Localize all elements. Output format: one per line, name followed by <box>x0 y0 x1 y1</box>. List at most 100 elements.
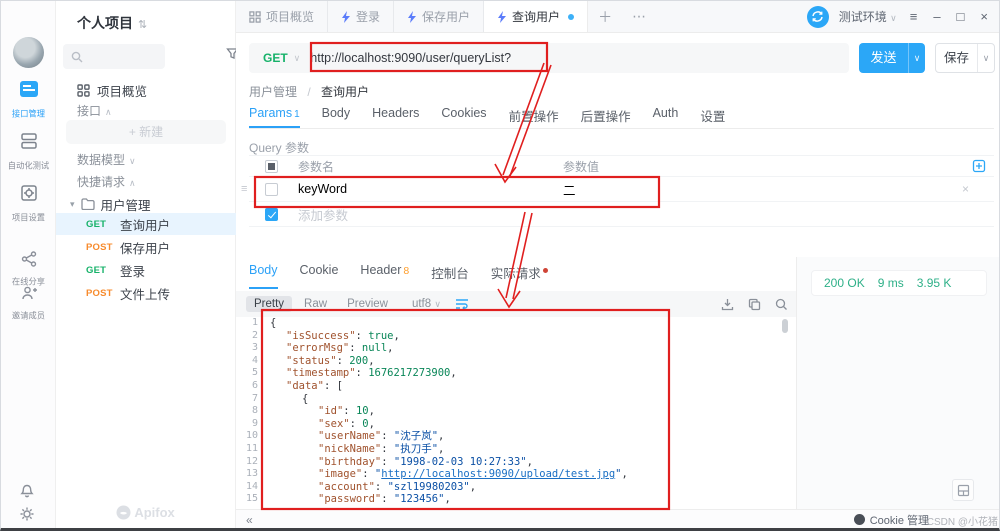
collapse-sidebar-button[interactable]: « <box>246 513 253 527</box>
tab-headers[interactable]: Headers <box>372 106 419 128</box>
method-select[interactable]: GET <box>249 51 294 65</box>
tab-query-user[interactable]: 查询用户 <box>484 1 588 32</box>
magic-extract-icon[interactable] <box>972 159 986 173</box>
mode-pretty[interactable]: Pretty <box>246 296 292 312</box>
share-icon <box>21 251 37 267</box>
tab-pre-ops[interactable]: 前置操作 <box>509 106 559 128</box>
sync-button[interactable] <box>807 6 829 28</box>
maximize-button[interactable]: □ <box>954 9 968 24</box>
layout-toggle-button[interactable] <box>952 479 974 501</box>
bolt-icon <box>407 11 417 23</box>
res-tab-header[interactable]: Header8 <box>360 263 409 289</box>
response-body-editor[interactable]: 1{2"isSuccess": true,3"errorMsg": null,4… <box>236 317 796 509</box>
res-tab-cookie[interactable]: Cookie <box>300 263 339 289</box>
rail-label: 自动化测试 <box>3 160 54 172</box>
settings-gear-icon[interactable] <box>19 506 35 522</box>
save-options-caret[interactable]: ∨ <box>977 44 994 72</box>
chevron-down-icon: ∨ <box>890 13 897 23</box>
mode-raw[interactable]: Raw <box>296 296 335 312</box>
cookie-icon <box>854 514 865 525</box>
delete-row-icon[interactable]: × <box>962 182 969 196</box>
rail-item-api-management[interactable]: 接口管理 <box>1 79 56 120</box>
close-button[interactable]: × <box>977 9 991 24</box>
new-api-button[interactable]: + 新建 <box>66 120 226 144</box>
tab-auth[interactable]: Auth <box>653 106 679 128</box>
apifox-bird-icon <box>116 505 131 520</box>
param-add-row[interactable]: 添加参数 <box>249 202 994 227</box>
select-all-checkbox[interactable] <box>265 160 278 173</box>
cookie-manager-button[interactable]: Cookie 管理 <box>854 512 929 528</box>
left-rail: 接口管理 自动化测试 项目设置 在线分享 邀请成员 <box>1 1 56 528</box>
param-name-input[interactable]: keyWord <box>298 182 563 196</box>
save-button[interactable]: 保存 ∨ <box>935 43 995 73</box>
drag-handle-icon[interactable]: ≡ <box>241 183 247 195</box>
doc-tabbar: 项目概览 登录 保存用户 查询用户 ＋ ⋯ 测试环境 ∨ <box>236 1 1000 33</box>
tab-body[interactable]: Body <box>322 106 351 128</box>
tab-save-user[interactable]: 保存用户 <box>394 1 484 32</box>
add-param-placeholder[interactable]: 添加参数 <box>298 205 563 224</box>
tree-item-file-upload[interactable]: POST 文件上传 <box>56 282 236 304</box>
res-tab-actual-request[interactable]: 实际请求 <box>491 263 548 289</box>
new-tab-button[interactable]: ＋ <box>588 1 622 32</box>
section-api[interactable]: 接口∧ <box>77 102 112 119</box>
method-badge: GET <box>86 265 120 276</box>
notifications-bell-icon[interactable] <box>19 482 35 498</box>
res-tab-body[interactable]: Body <box>249 263 278 289</box>
rail-item-invite-member[interactable]: 邀请成员 <box>1 285 56 322</box>
send-options-caret[interactable]: ∨ <box>908 43 925 73</box>
code-line: 4"status": 200, <box>236 355 796 368</box>
param-value-input[interactable]: 二 <box>563 180 863 199</box>
search-icon[interactable] <box>775 298 788 311</box>
avatar[interactable] <box>13 37 44 68</box>
tree-item-login[interactable]: GET 登录 <box>56 259 236 281</box>
tab-more-button[interactable]: ⋯ <box>622 1 656 32</box>
copy-icon[interactable] <box>748 298 761 311</box>
status-code: 200 OK <box>824 276 865 290</box>
save-label: 保存 <box>936 44 977 72</box>
editor-scrollbar[interactable] <box>782 319 788 333</box>
environment-select[interactable]: 测试环境 ∨ <box>839 8 897 25</box>
app-menu-button[interactable]: ≡ <box>907 9 921 24</box>
rail-item-auto-test[interactable]: 自动化测试 <box>1 131 56 172</box>
send-button[interactable]: 发送 ∨ <box>859 43 925 73</box>
url-input-group[interactable]: GET ∨ http://localhost:9090/user/queryLi… <box>249 43 849 73</box>
method-badge: POST <box>86 288 120 299</box>
section-data-model[interactable]: 数据模型∨ <box>77 151 136 168</box>
code-line: 7{ <box>236 393 796 406</box>
caret-down-icon: ▾ <box>70 199 75 210</box>
bolt-icon <box>341 11 351 23</box>
res-tab-console[interactable]: 控制台 <box>431 263 469 289</box>
project-title[interactable]: 个人项目⇅ <box>77 13 147 33</box>
tree-item-save-user[interactable]: POST 保存用户 <box>56 236 236 258</box>
param-enabled-checkbox[interactable] <box>265 183 278 196</box>
tab-project-overview[interactable]: 项目概览 <box>236 1 328 32</box>
url-input[interactable]: http://localhost:9090/user/queryList? <box>310 51 511 65</box>
chevron-down-icon: ∨ <box>294 53 301 64</box>
minimize-button[interactable]: – <box>930 9 943 24</box>
rail-item-project-settings[interactable]: 项目设置 <box>1 183 56 224</box>
encoding-select[interactable]: utf8 ∨ <box>412 298 441 310</box>
tab-login[interactable]: 登录 <box>328 1 394 32</box>
query-params-label: Query 参数 <box>249 139 309 156</box>
tree-item-query-user[interactable]: GET 查询用户 <box>56 213 236 235</box>
sidebar-item-overview[interactable]: 项目概览 <box>56 79 236 101</box>
search-input[interactable] <box>63 44 165 69</box>
tab-cookies[interactable]: Cookies <box>441 106 486 128</box>
code-line: 1{ <box>236 317 796 330</box>
param-row-keyword[interactable]: ≡ keyWord 二 × <box>249 177 994 202</box>
word-wrap-icon[interactable] <box>455 298 469 310</box>
bolt-icon <box>497 11 507 23</box>
tree-folder-user-management[interactable]: ▾ 用户管理 <box>56 193 236 215</box>
section-quick-request[interactable]: 快捷请求∧ <box>77 173 136 190</box>
add-row-checkbox[interactable] <box>265 208 278 221</box>
tree-item-label: 文件上传 <box>120 284 170 303</box>
tab-post-ops[interactable]: 后置操作 <box>581 106 631 128</box>
breadcrumb-parent[interactable]: 用户管理 <box>249 85 297 99</box>
rail-item-online-share[interactable]: 在线分享 <box>1 251 56 288</box>
unsaved-dot <box>568 14 574 20</box>
mode-preview[interactable]: Preview <box>339 296 396 312</box>
tab-settings[interactable]: 设置 <box>700 106 725 128</box>
rail-label: 项目设置 <box>3 212 54 224</box>
tab-params[interactable]: Params1 <box>249 106 300 128</box>
download-icon[interactable] <box>721 298 734 311</box>
